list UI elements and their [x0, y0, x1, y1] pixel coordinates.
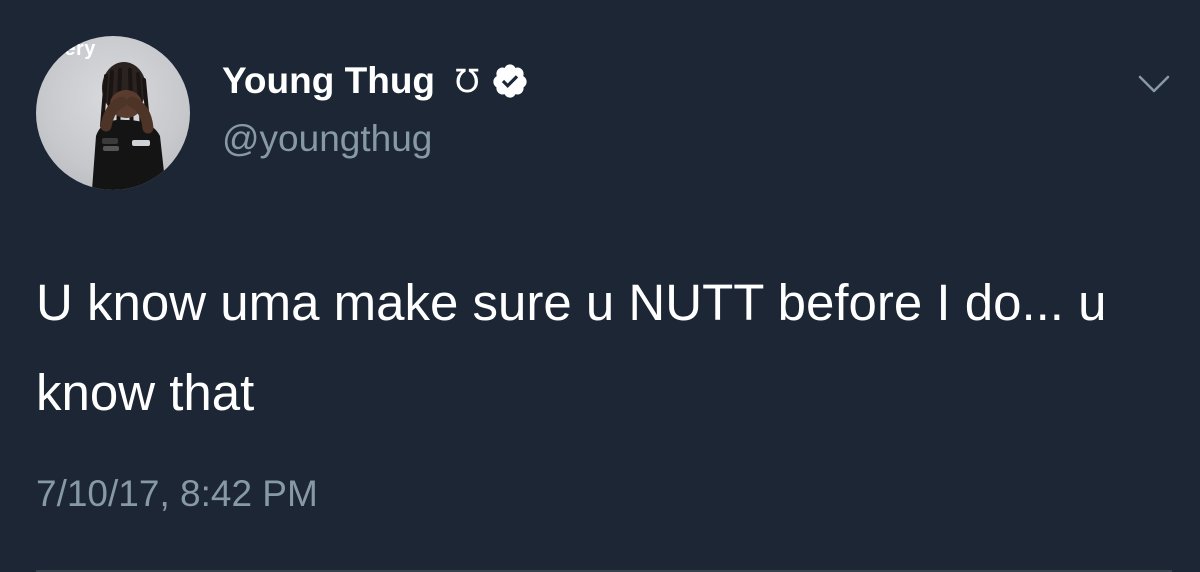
chevron-down-icon[interactable]: [1136, 72, 1172, 96]
verified-badge-icon: [491, 62, 529, 100]
tweet-text: U know uma make sure u NUTT before I do.…: [36, 274, 1107, 421]
author-name-row: Young Thug Ʊ: [222, 58, 529, 104]
author-handle[interactable]: @youngthug: [222, 118, 432, 160]
name-emoji: Ʊ: [455, 62, 480, 100]
avatar-watermark-text: ffery: [50, 38, 96, 60]
tweet-card: ffery Young Thug Ʊ @youngthug U know uma…: [0, 0, 1200, 572]
tweet-timestamp[interactable]: 7/10/17, 8:42 PM: [36, 473, 318, 515]
avatar[interactable]: ffery: [36, 36, 190, 190]
display-name[interactable]: Young Thug: [222, 60, 435, 102]
